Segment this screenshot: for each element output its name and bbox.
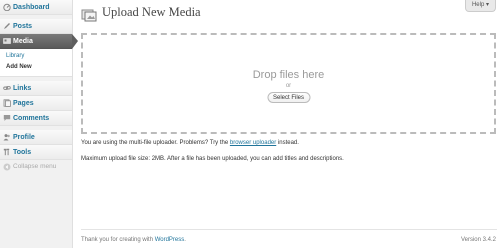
notice-suffix: instead. xyxy=(276,140,299,146)
menu-item-posts[interactable]: Posts xyxy=(0,19,72,34)
max-upload-size-notice: Maximum upload file size: 2MB. After a f… xyxy=(81,156,344,162)
menu-item-label: Posts xyxy=(13,23,33,30)
or-label: or xyxy=(285,83,292,89)
media-icon xyxy=(3,38,11,44)
menu-item-profile[interactable]: Profile xyxy=(0,130,72,145)
pages-icon xyxy=(3,99,11,107)
links-icon xyxy=(3,86,11,90)
collapse-arrow-icon xyxy=(3,163,11,171)
media-submenu: Library Add New xyxy=(0,49,72,77)
menu-item-comments[interactable]: Comments xyxy=(0,111,72,126)
menu-item-links[interactable]: Links xyxy=(0,81,72,96)
drag-drop-area[interactable]: Drop files here or Select Files xyxy=(81,33,496,134)
posts-icon xyxy=(4,23,10,29)
collapse-menu-button[interactable]: Collapse menu xyxy=(0,160,72,174)
menu-item-label: Tools xyxy=(13,149,32,156)
select-files-button[interactable]: Select Files xyxy=(266,92,311,103)
notice-prefix: You are using the multi-file uploader. P… xyxy=(81,140,230,146)
menu-item-pages[interactable]: Pages xyxy=(0,96,72,111)
media-page-icon xyxy=(81,9,97,22)
admin-sidebar: Dashboard Posts Media Library Add New Li… xyxy=(0,0,78,248)
dashboard-icon xyxy=(3,3,11,11)
wordpress-link[interactable]: WordPress xyxy=(155,237,185,243)
submenu-item-add-new[interactable]: Add New xyxy=(0,62,72,73)
menu-item-label: Media xyxy=(13,38,33,45)
collapse-menu-label: Collapse menu xyxy=(13,163,57,170)
tools-icon xyxy=(3,148,10,156)
profile-icon xyxy=(3,134,10,141)
footer-version: Version 3.4.2 xyxy=(460,237,496,243)
submenu-item-library[interactable]: Library xyxy=(0,51,72,62)
drop-files-label: Drop files here xyxy=(252,69,325,81)
help-tab[interactable]: Help ▾ xyxy=(464,0,496,12)
menu-item-tools[interactable]: Tools xyxy=(0,145,72,160)
comments-icon xyxy=(3,115,11,121)
menu-item-label: Comments xyxy=(13,115,50,122)
footer-thanks-suffix: . xyxy=(184,237,186,243)
menu-item-label: Dashboard xyxy=(13,4,50,11)
menu-item-label: Links xyxy=(13,85,32,92)
browser-uploader-link[interactable]: browser uploader xyxy=(230,140,276,146)
footer-thanks: Thank you for creating with WordPress. xyxy=(81,237,186,243)
page-title: Upload New Media xyxy=(102,5,201,19)
menu-item-label: Profile xyxy=(13,134,35,141)
menu-item-media[interactable]: Media xyxy=(0,34,78,49)
menu-item-dashboard[interactable]: Dashboard xyxy=(0,0,72,15)
menu-item-label: Pages xyxy=(13,100,34,107)
footer-divider xyxy=(81,229,497,230)
multi-file-notice: You are using the multi-file uploader. P… xyxy=(81,140,299,146)
footer-thanks-prefix: Thank you for creating with xyxy=(81,237,155,243)
